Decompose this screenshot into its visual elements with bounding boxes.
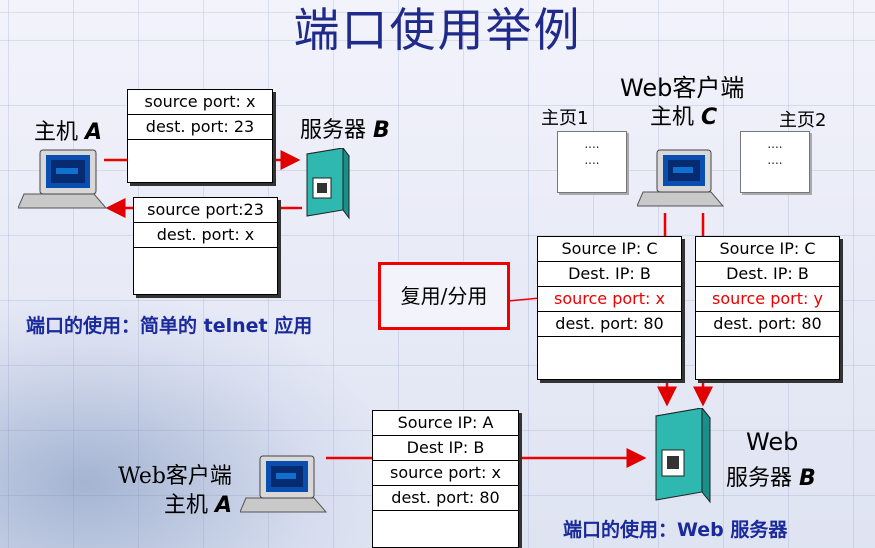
segment-data — [696, 337, 839, 361]
segment-field: source port: y — [696, 287, 839, 312]
segment-field: source port: x — [373, 461, 518, 486]
server-b-label: 服务器 B — [300, 118, 390, 143]
host-a-label: 主机 A — [34, 120, 103, 145]
page2-label: 主页2 — [779, 110, 827, 131]
segment-data — [373, 511, 518, 535]
segment-field: dest. port: 80 — [696, 312, 839, 337]
page1-label: 主页1 — [541, 108, 589, 129]
page-icon: ........ — [557, 131, 627, 193]
mux-demux-box: 复用/分用 — [378, 262, 510, 330]
page-icon: ........ — [740, 131, 810, 193]
host-c-label: 主机 C — [650, 105, 718, 130]
telnet-request-segment: source port: x dest. port: 23 — [127, 89, 273, 183]
segment-field: Dest. IP: B — [538, 262, 681, 287]
segment-field: Dest IP: B — [373, 436, 518, 461]
segment-field: Source IP: A — [373, 411, 518, 436]
segment-field: Source IP: C — [538, 237, 681, 262]
segment-data — [538, 337, 681, 361]
segment-field: source port: x — [538, 287, 681, 312]
segment-data — [134, 248, 277, 272]
segment-field: dest. port: x — [134, 223, 277, 248]
computer-icon — [637, 149, 725, 207]
web-client-c-label: Web客户端 — [620, 74, 745, 102]
segment-field: dest. port: 80 — [373, 486, 518, 511]
web-client-a-label: Web客户端 — [118, 464, 232, 489]
segment-field: source port: x — [128, 90, 272, 115]
segment-field: Source IP: C — [696, 237, 839, 262]
computer-icon — [18, 149, 108, 209]
server-icon — [655, 408, 711, 504]
slide: 端口使用举例 主机 A source port: x dest. port: 2… — [0, 0, 875, 548]
segment-a: Source IP: A Dest IP: B source port: x d… — [372, 410, 519, 548]
caption-web: 端口的使用：Web 服务器 — [563, 519, 788, 541]
computer-icon — [240, 455, 328, 513]
segment-field: source port:23 — [134, 198, 277, 223]
segment-field: dest. port: 80 — [538, 312, 681, 337]
segment-field: Dest. IP: B — [696, 262, 839, 287]
segment-field: dest. port: 23 — [128, 115, 272, 140]
server-b-bottom-label: 服务器 B — [726, 466, 816, 491]
host-a-bottom-label: 主机 A — [164, 493, 233, 518]
telnet-response-segment: source port:23 dest. port: x — [133, 197, 278, 295]
server-icon — [306, 148, 350, 220]
caption-telnet: 端口的使用：简单的 telnet 应用 — [26, 315, 313, 337]
web-server-label: Web — [746, 428, 799, 456]
mux-demux-label: 复用/分用 — [400, 284, 488, 308]
segment-c-port-y: Source IP: C Dest. IP: B source port: y … — [695, 236, 840, 380]
segment-c-port-x: Source IP: C Dest. IP: B source port: x … — [537, 236, 682, 380]
segment-data — [128, 140, 272, 164]
